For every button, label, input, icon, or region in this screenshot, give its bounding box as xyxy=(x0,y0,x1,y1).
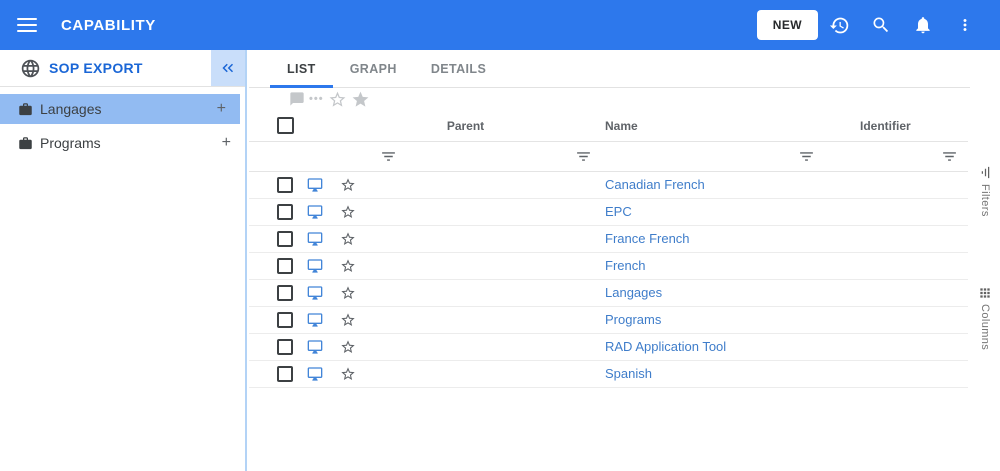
row-checkbox[interactable] xyxy=(277,312,293,328)
record-link[interactable]: Spanish xyxy=(605,366,652,381)
star-outline-icon[interactable] xyxy=(332,366,368,382)
table-row[interactable]: EPC xyxy=(249,199,968,226)
columns-panel-label: Columns xyxy=(979,304,991,351)
monitor-icon[interactable] xyxy=(297,312,332,328)
sidebar-item-label: Langages xyxy=(40,101,102,117)
filter-list-icon[interactable] xyxy=(368,148,563,165)
column-header-parent[interactable]: Parent xyxy=(368,119,563,133)
column-header-description[interactable]: De xyxy=(929,119,973,133)
topbar-actions: NEW xyxy=(756,5,986,45)
column-header-name[interactable]: Name xyxy=(563,119,786,133)
view-tabs: LIST GRAPH DETAILS xyxy=(249,50,1000,88)
columns-panel-tab[interactable]: Columns xyxy=(970,286,1000,350)
notifications-icon[interactable] xyxy=(902,5,944,45)
star-outline-icon[interactable] xyxy=(332,204,368,220)
tab-list[interactable]: LIST xyxy=(270,50,333,88)
filter-list-icon[interactable] xyxy=(563,148,786,165)
star-outline-icon[interactable] xyxy=(332,231,368,247)
record-link[interactable]: Programs xyxy=(605,312,661,327)
star-outline-icon[interactable] xyxy=(328,90,347,109)
selection-toolbar: ••• xyxy=(249,88,1000,110)
sidebar-title: SOP EXPORT xyxy=(49,60,143,76)
sidebar-item-langages[interactable]: Langages + xyxy=(0,94,240,124)
monitor-icon[interactable] xyxy=(297,339,332,355)
comment-icon[interactable] xyxy=(289,91,305,107)
monitor-icon[interactable] xyxy=(297,258,332,274)
record-link[interactable]: Langages xyxy=(605,285,662,300)
globe-icon xyxy=(20,58,41,79)
add-child-button[interactable]: + xyxy=(222,135,231,151)
select-all-checkbox[interactable] xyxy=(277,117,294,134)
menu-icon[interactable] xyxy=(17,18,37,32)
row-checkbox[interactable] xyxy=(277,366,293,382)
ellipsis-icon[interactable]: ••• xyxy=(309,93,324,105)
star-filled-icon[interactable] xyxy=(351,90,370,109)
table-filter-row xyxy=(249,142,968,172)
record-link[interactable]: EPC xyxy=(605,204,632,219)
row-checkbox[interactable] xyxy=(277,177,293,193)
tab-graph[interactable]: GRAPH xyxy=(333,50,414,87)
filter-list-icon xyxy=(981,166,989,179)
records-table: Parent Name Identifier De C xyxy=(249,110,968,388)
table-row[interactable]: Spanish xyxy=(249,361,968,388)
monitor-icon[interactable] xyxy=(297,231,332,247)
table-row[interactable]: Canadian French xyxy=(249,172,968,199)
table-header-row: Parent Name Identifier De xyxy=(249,110,968,142)
star-outline-icon[interactable] xyxy=(332,177,368,193)
record-link[interactable]: Canadian French xyxy=(605,177,705,192)
grid-icon xyxy=(980,288,990,298)
star-outline-icon[interactable] xyxy=(332,312,368,328)
history-icon[interactable] xyxy=(818,5,860,45)
side-panel-rail: Filters Columns xyxy=(970,50,1000,471)
table-row[interactable]: France French xyxy=(249,226,968,253)
sidebar-item-programs[interactable]: Programs + xyxy=(0,128,245,158)
row-checkbox[interactable] xyxy=(277,204,293,220)
row-checkbox[interactable] xyxy=(277,285,293,301)
monitor-icon[interactable] xyxy=(297,366,332,382)
search-icon[interactable] xyxy=(860,5,902,45)
monitor-icon[interactable] xyxy=(297,285,332,301)
filter-list-icon[interactable] xyxy=(929,148,968,165)
column-header-identifier[interactable]: Identifier xyxy=(786,119,929,133)
main-content: LIST GRAPH DETAILS ••• Parent Name Ident… xyxy=(249,50,1000,471)
tab-details[interactable]: DETAILS xyxy=(414,50,503,87)
record-link[interactable]: RAD Application Tool xyxy=(605,339,726,354)
row-checkbox[interactable] xyxy=(277,258,293,274)
filters-panel-label: Filters xyxy=(979,184,991,217)
table-row[interactable]: French xyxy=(249,253,968,280)
sidebar-item-label: Programs xyxy=(40,135,101,151)
star-outline-icon[interactable] xyxy=(332,258,368,274)
monitor-icon[interactable] xyxy=(297,204,332,220)
table-row[interactable]: RAD Application Tool xyxy=(249,334,968,361)
star-outline-icon[interactable] xyxy=(332,285,368,301)
row-checkbox[interactable] xyxy=(277,231,293,247)
sidebar-tree: Langages + Programs + xyxy=(0,87,245,158)
app-title: CAPABILITY xyxy=(61,16,156,34)
star-outline-icon[interactable] xyxy=(332,339,368,355)
briefcase-icon xyxy=(19,136,32,149)
table-row[interactable]: Langages xyxy=(249,280,968,307)
more-vert-icon[interactable] xyxy=(944,5,986,45)
sidebar: SOP EXPORT Langages + Programs + xyxy=(0,50,247,471)
row-checkbox[interactable] xyxy=(277,339,293,355)
sidebar-header: SOP EXPORT xyxy=(0,50,245,87)
top-app-bar: CAPABILITY NEW xyxy=(0,0,1000,50)
add-child-button[interactable]: + xyxy=(217,101,226,117)
filter-list-icon[interactable] xyxy=(786,148,929,165)
record-link[interactable]: France French xyxy=(605,231,690,246)
monitor-icon[interactable] xyxy=(297,177,332,193)
filters-panel-tab[interactable]: Filters xyxy=(970,165,1000,217)
collapse-sidebar-button[interactable] xyxy=(211,50,245,86)
table-row[interactable]: Programs xyxy=(249,307,968,334)
new-button[interactable]: NEW xyxy=(756,10,818,40)
record-link[interactable]: French xyxy=(605,258,645,273)
briefcase-icon xyxy=(19,102,32,115)
